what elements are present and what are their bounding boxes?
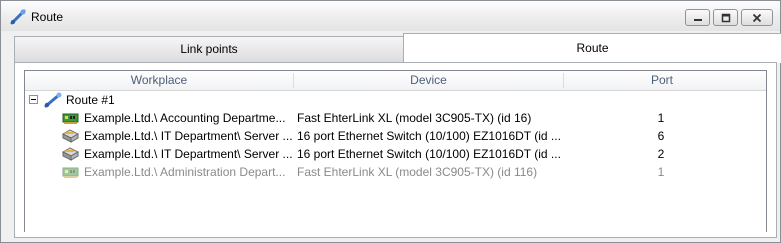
cell-workplace: Example.Ltd.\ IT Department\ Server ... (84, 129, 292, 143)
column-header-port[interactable]: Port (564, 71, 760, 90)
cell-workplace: Example.Ltd.\ Administration Depart... (84, 165, 286, 179)
route-icon (44, 92, 62, 108)
tree-node-label: Route #1 (66, 93, 115, 107)
cell-port: 6 (657, 129, 665, 143)
cell-port: 1 (657, 165, 665, 179)
table-row[interactable]: Example.Ltd.\ Accounting Departme... Fas… (25, 109, 766, 127)
cell-workplace: Example.Ltd.\ Accounting Departme... (84, 111, 286, 125)
tab-route[interactable]: Route (403, 33, 781, 63)
route-grid[interactable]: Workplace Device Port Route #1 Example.L… (24, 70, 767, 232)
column-header-device[interactable]: Device (294, 71, 563, 90)
maximize-icon (721, 13, 731, 23)
title-bar[interactable]: Route (1, 1, 780, 31)
network-card-icon (62, 165, 79, 179)
table-row[interactable]: Example.Ltd.\ IT Department\ Server ... … (25, 145, 766, 163)
minimize-button[interactable] (685, 9, 710, 26)
tree-node-route[interactable]: Route #1 (25, 91, 325, 109)
cell-port: 1 (657, 111, 665, 125)
switch-icon (61, 147, 80, 161)
column-header-workplace[interactable]: Workplace (25, 71, 293, 90)
cell-device: Fast EhterLink XL (model 3C905-TX) (id 1… (297, 165, 538, 179)
table-row[interactable]: Example.Ltd.\ Administration Depart... F… (25, 163, 766, 181)
window-title: Route (31, 10, 64, 24)
close-button[interactable] (741, 9, 773, 26)
cell-port: 2 (657, 147, 665, 161)
cell-device: 16 port Ethernet Switch (10/100) EZ1016D… (297, 129, 561, 143)
collapse-toggle[interactable] (29, 95, 38, 104)
close-icon (752, 13, 762, 23)
switch-icon (61, 129, 80, 143)
route-icon (10, 9, 26, 25)
table-row[interactable]: Example.Ltd.\ IT Department\ Server ... … (25, 127, 766, 145)
network-card-icon (62, 111, 79, 125)
grid-header: Workplace Device Port (25, 71, 766, 91)
client-area: Link points Route Workplace Device Port (9, 31, 781, 238)
cell-device: 16 port Ethernet Switch (10/100) EZ1016D… (297, 147, 561, 161)
tab-link-points[interactable]: Link points (14, 36, 404, 62)
route-window: Route Link points Route Workplace Device… (0, 0, 781, 243)
route-tab-panel: Workplace Device Port Route #1 Example.L… (14, 62, 777, 238)
cell-workplace: Example.Ltd.\ IT Department\ Server ... (84, 147, 292, 161)
maximize-button[interactable] (713, 9, 738, 26)
cell-device: Fast EhterLink XL (model 3C905-TX) (id 1… (297, 111, 532, 125)
minimize-icon (694, 19, 702, 21)
